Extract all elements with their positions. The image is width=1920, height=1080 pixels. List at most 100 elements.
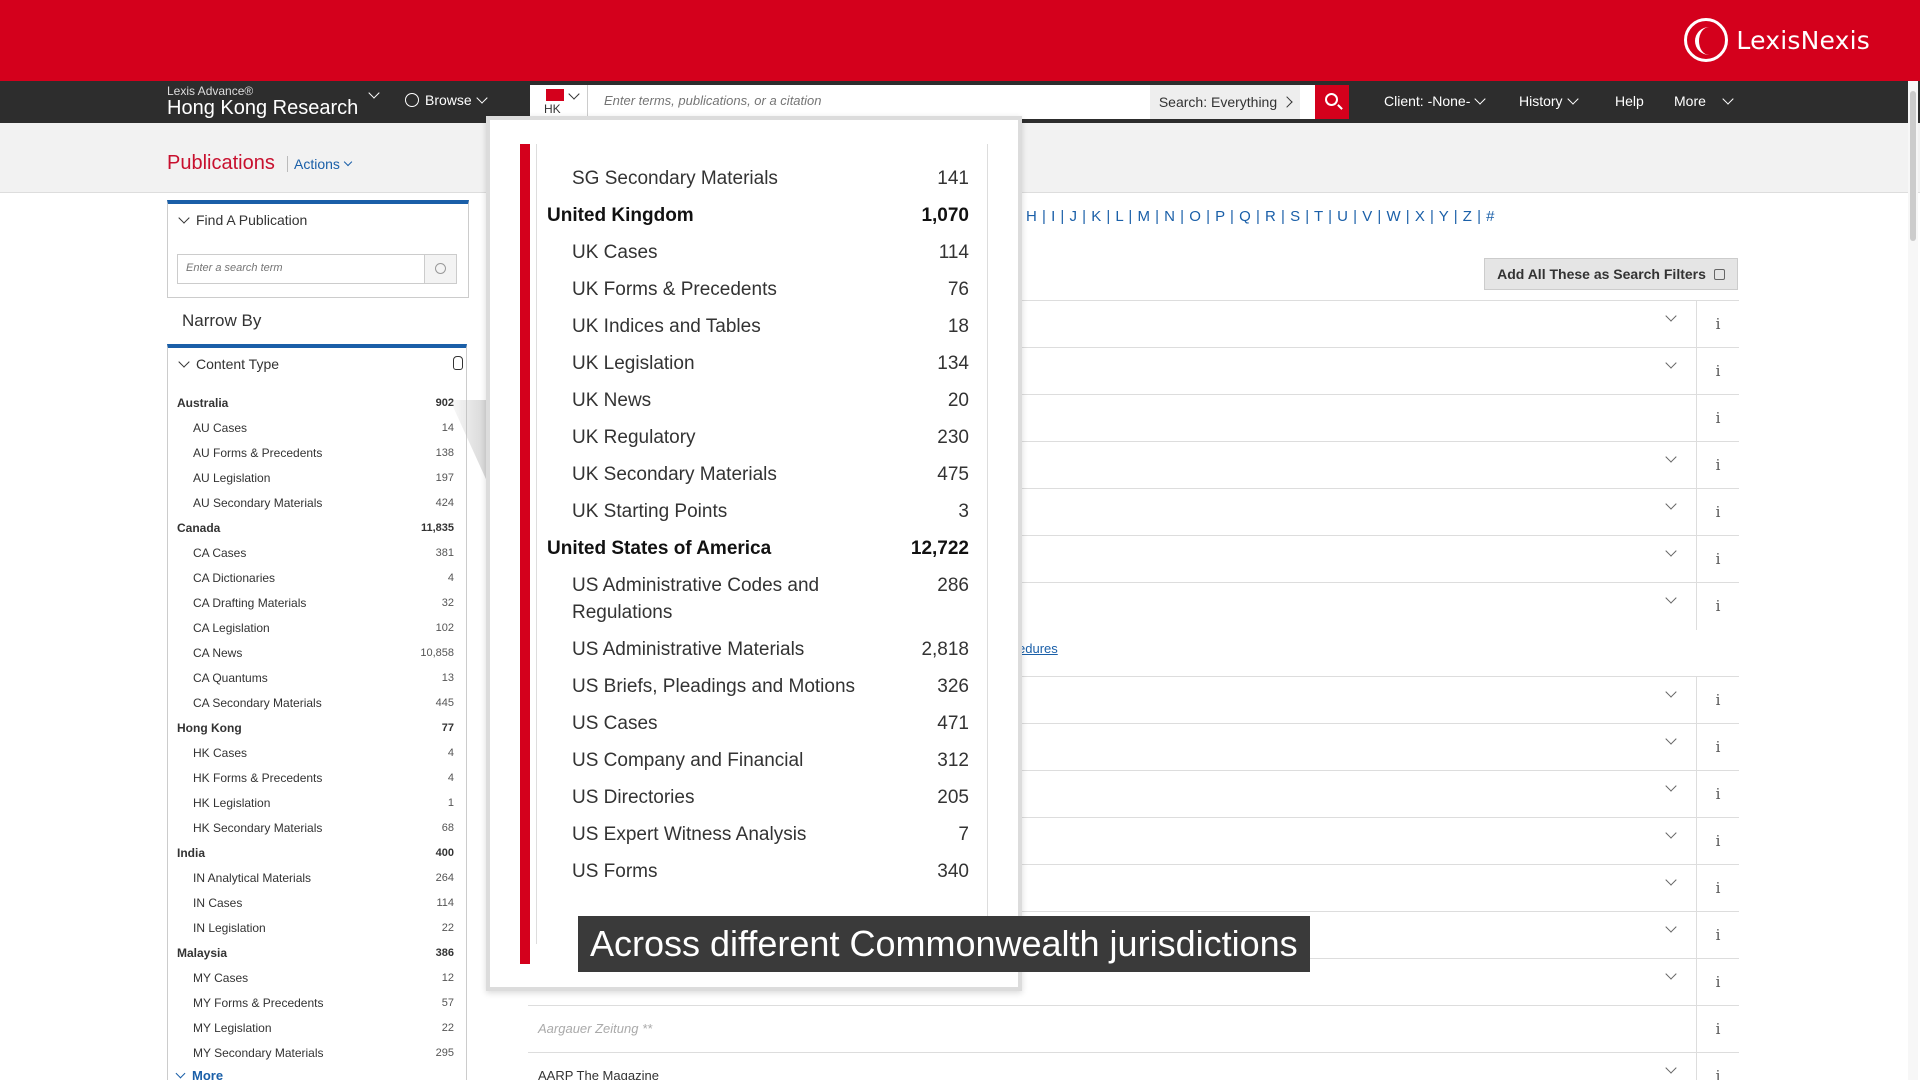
zoomed-facet-item[interactable]: US Briefs, Pleadings and Motions 326 <box>537 668 987 705</box>
facet-group[interactable]: India 400 <box>168 840 466 865</box>
product-switcher[interactable]: Lexis Advance® Hong Kong Research <box>167 84 358 120</box>
facet-item[interactable]: MY Legislation 22 <box>168 1015 466 1040</box>
expand-chevron-icon[interactable] <box>1665 968 1677 980</box>
info-icon[interactable]: i <box>1696 489 1739 536</box>
zoomed-facet-item[interactable]: US Forms 340 <box>537 853 987 890</box>
facet-item[interactable]: MY Secondary Materials 295 <box>168 1040 466 1065</box>
expand-chevron-icon[interactable] <box>1665 498 1677 510</box>
zoomed-facet-item[interactable]: UK Legislation 134 <box>537 345 987 382</box>
facet-item[interactable]: HK Legislation 1 <box>168 790 466 815</box>
info-icon[interactable]: i <box>1696 865 1739 912</box>
search-input[interactable] <box>604 93 1104 108</box>
jurisdiction-selector[interactable]: HK <box>530 85 588 119</box>
zoomed-facet-item[interactable]: US Administrative Materials 2,818 <box>537 631 987 668</box>
alphabet-filter[interactable]: H | I | J | K | L | M | N | O | P | Q | … <box>1026 208 1495 225</box>
search-button[interactable] <box>1315 85 1349 119</box>
expand-chevron-icon[interactable] <box>1665 451 1677 463</box>
zoomed-facet-item[interactable]: UK Secondary Materials 475 <box>537 456 987 493</box>
facet-item[interactable]: AU Legislation 197 <box>168 465 466 490</box>
info-icon[interactable]: i <box>1696 395 1739 442</box>
zoomed-facet-item[interactable]: US Cases 471 <box>537 705 987 742</box>
zoomed-facet-item[interactable]: SG Secondary Materials 141 <box>537 160 987 197</box>
info-icon[interactable]: i <box>1696 959 1739 1006</box>
facet-item[interactable]: CA Secondary Materials 445 <box>168 690 466 715</box>
zoomed-facet-item[interactable]: US Company and Financial 312 <box>537 742 987 779</box>
expand-chevron-icon[interactable] <box>1665 921 1677 933</box>
info-icon[interactable]: i <box>1696 912 1739 959</box>
content-type-header[interactable]: Content Type <box>168 348 466 380</box>
zoomed-facet-item[interactable]: UK Cases 114 <box>537 234 987 271</box>
facet-item[interactable]: MY Cases 12 <box>168 965 466 990</box>
zoomed-facet-item[interactable]: US Administrative Codes and Regulations 2… <box>537 567 987 631</box>
info-icon[interactable]: i <box>1696 348 1739 395</box>
facet-item[interactable]: HK Cases 4 <box>168 740 466 765</box>
scrollbar-thumb[interactable] <box>1910 91 1916 241</box>
more-menu[interactable]: More <box>1674 93 1734 109</box>
facet-item[interactable]: CA Drafting Materials 32 <box>168 590 466 615</box>
publication-link[interactable]: edures <box>1018 641 1058 656</box>
expand-chevron-icon[interactable] <box>1665 592 1677 604</box>
browse-menu[interactable]: Browse <box>405 92 488 108</box>
publication-title[interactable]: Aargauer Zeitung ** <box>538 1021 652 1036</box>
page-scrollbar[interactable] <box>1908 81 1918 1080</box>
info-icon[interactable]: i <box>1696 536 1739 583</box>
lexisnexis-logo[interactable]: LexisNexis <box>1684 18 1870 62</box>
zoomed-facet-group[interactable]: United Kingdom 1,070 <box>537 197 987 234</box>
facet-item[interactable]: IN Analytical Materials 264 <box>168 865 466 890</box>
facet-item[interactable]: CA Cases 381 <box>168 540 466 565</box>
client-menu[interactable]: Client: -None- <box>1384 93 1487 109</box>
expand-chevron-icon[interactable] <box>1665 357 1677 369</box>
find-publication-input[interactable] <box>178 255 418 281</box>
info-icon[interactable]: i <box>1696 301 1739 348</box>
facet-item[interactable]: CA News 10,858 <box>168 640 466 665</box>
expand-chevron-icon[interactable] <box>1665 733 1677 745</box>
expand-chevron-icon[interactable] <box>1665 780 1677 792</box>
facet-item[interactable]: CA Dictionaries 4 <box>168 565 466 590</box>
info-icon[interactable]: i <box>1696 818 1739 865</box>
product-dropdown[interactable] <box>368 87 380 99</box>
facet-item[interactable]: HK Forms & Precedents 4 <box>168 765 466 790</box>
facet-item[interactable]: IN Legislation 22 <box>168 915 466 940</box>
info-icon[interactable]: i <box>1696 1053 1739 1080</box>
expand-chevron-icon[interactable] <box>1665 545 1677 557</box>
history-menu[interactable]: History <box>1519 93 1579 109</box>
zoomed-facet-item[interactable]: US Expert Witness Analysis 7 <box>537 816 987 853</box>
zoomed-facet-item[interactable]: UK Forms & Precedents 76 <box>537 271 987 308</box>
facets-more-link[interactable]: More <box>168 1065 223 1080</box>
info-icon[interactable]: i <box>1696 677 1739 724</box>
facet-group[interactable]: Australia 902 <box>168 390 466 415</box>
info-icon[interactable]: i <box>1696 1006 1739 1053</box>
facet-item[interactable]: AU Forms & Precedents 138 <box>168 440 466 465</box>
expand-chevron-icon[interactable] <box>1665 827 1677 839</box>
info-icon[interactable]: i <box>1696 583 1739 630</box>
facet-item[interactable]: CA Legislation 102 <box>168 615 466 640</box>
expand-chevron-icon[interactable] <box>1665 1062 1677 1074</box>
facet-item[interactable]: IN Cases 114 <box>168 890 466 915</box>
facet-item[interactable]: MY Forms & Precedents 57 <box>168 990 466 1015</box>
actions-menu[interactable]: Actions <box>287 156 353 172</box>
zoomed-facet-item[interactable]: UK Starting Points 3 <box>537 493 987 530</box>
expand-chevron-icon[interactable] <box>1665 310 1677 322</box>
facet-group[interactable]: Canada 11,835 <box>168 515 466 540</box>
info-icon[interactable]: i <box>1696 771 1739 818</box>
search-scope-button[interactable]: Search: Everything <box>1150 85 1300 119</box>
expand-chevron-icon[interactable] <box>1665 686 1677 698</box>
facet-item[interactable]: AU Secondary Materials 424 <box>168 490 466 515</box>
find-publication-header[interactable]: Find A Publication <box>168 204 468 236</box>
zoomed-facet-item[interactable]: UK News 20 <box>537 382 987 419</box>
facet-item[interactable]: CA Quantums 13 <box>168 665 466 690</box>
zoomed-facet-item[interactable]: UK Regulatory 230 <box>537 419 987 456</box>
zoomed-facet-item[interactable]: US Directories 205 <box>537 779 987 816</box>
zoomed-facet-item[interactable]: UK Indices and Tables 18 <box>537 308 987 345</box>
facet-group[interactable]: Malaysia 386 <box>168 940 466 965</box>
help-link[interactable]: Help <box>1615 93 1644 109</box>
info-icon[interactable]: i <box>1696 724 1739 771</box>
add-all-filters-button[interactable]: Add All These as Search Filters <box>1484 258 1738 290</box>
publication-title[interactable]: AARP The Magazine <box>538 1068 659 1080</box>
facet-group[interactable]: Hong Kong 77 <box>168 715 466 740</box>
info-icon[interactable]: i <box>1696 442 1739 489</box>
expand-chevron-icon[interactable] <box>1665 874 1677 886</box>
facet-item[interactable]: HK Secondary Materials 68 <box>168 815 466 840</box>
search-icon[interactable] <box>424 255 456 283</box>
facet-item[interactable]: AU Cases 14 <box>168 415 466 440</box>
